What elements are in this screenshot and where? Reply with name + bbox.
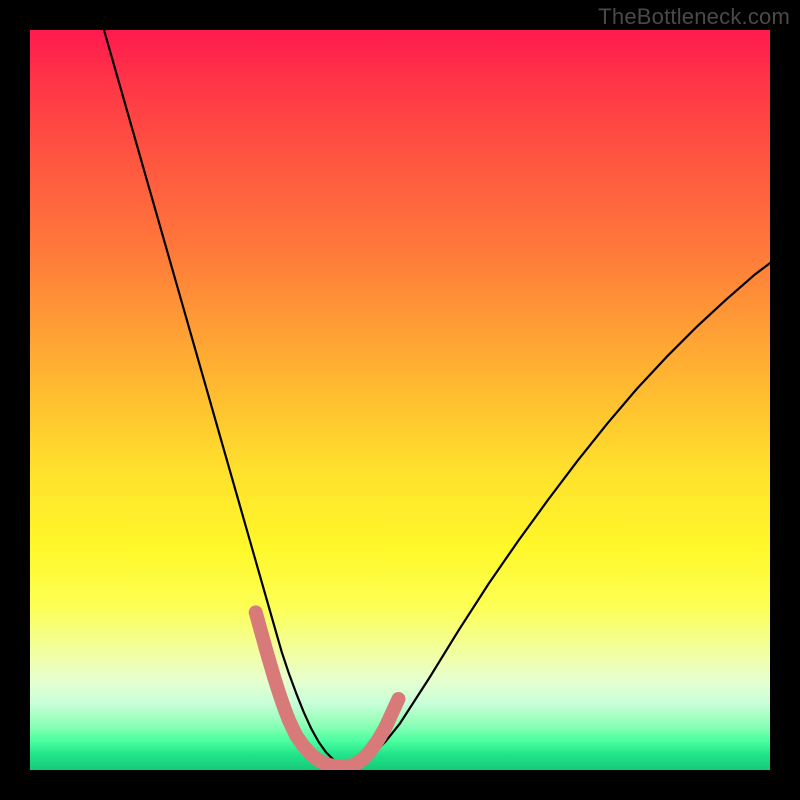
curve-layer (30, 30, 770, 770)
chart-frame: TheBottleneck.com (0, 0, 800, 800)
watermark-text: TheBottleneck.com (598, 4, 790, 30)
highlight-right-segment (348, 699, 398, 766)
bottleneck-curve (104, 30, 770, 766)
highlight-left-segment (256, 612, 349, 766)
plot-area (30, 30, 770, 770)
